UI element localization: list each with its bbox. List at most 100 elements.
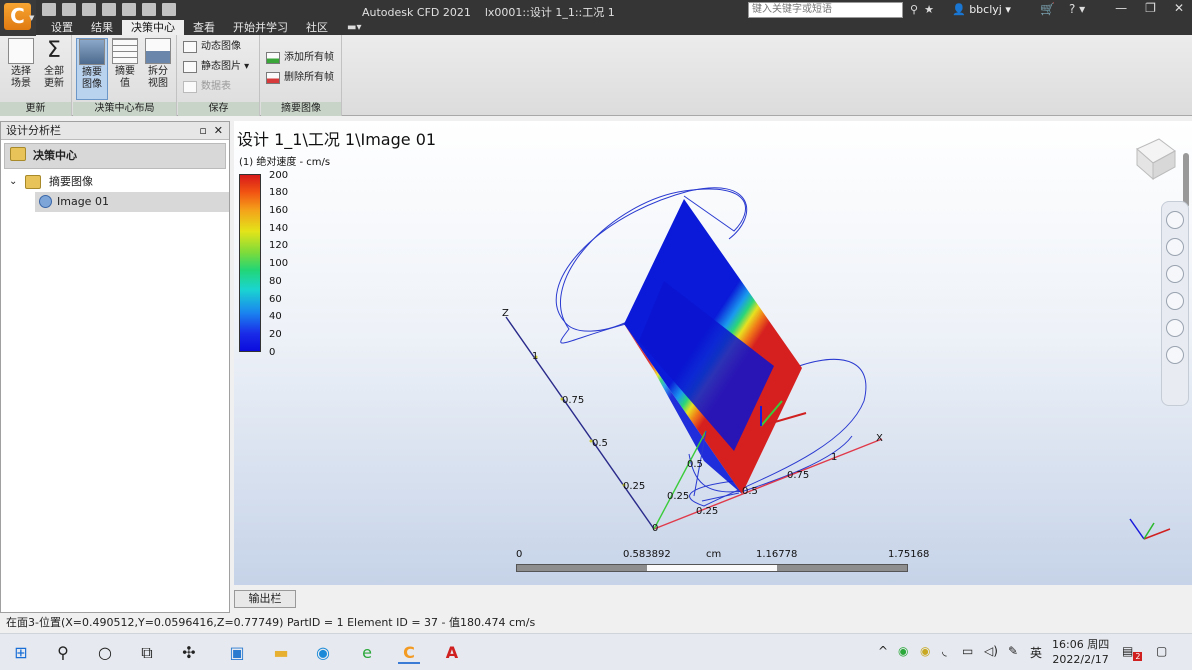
- x-tick-label-1: 1: [831, 452, 837, 463]
- split-view-button[interactable]: 拆分 视图: [142, 38, 174, 100]
- fan-app-icon[interactable]: ✣: [178, 642, 200, 664]
- close-icon[interactable]: ✕: [1174, 1, 1184, 15]
- search-icon[interactable]: ⚲: [52, 642, 74, 664]
- summary-value-button[interactable]: 摘要 值: [109, 38, 141, 100]
- clock-time: 16:06 周四: [1052, 638, 1110, 651]
- action-center-icon[interactable]: ▢: [1156, 644, 1167, 658]
- panel-title: 设计分析栏: [6, 124, 61, 137]
- new-file-icon[interactable]: [42, 3, 56, 16]
- camera-dropdown-icon[interactable]: ▬▾: [337, 20, 371, 35]
- vertical-scroll-thumb[interactable]: [1183, 153, 1189, 208]
- minimize-icon[interactable]: —: [1115, 1, 1127, 15]
- search-input[interactable]: 键入关键字或短语: [748, 2, 903, 18]
- graphics-viewport[interactable]: Z X 1 0.75 0.5 0.25 0.25 0.5 0.75 1 0.25…: [234, 121, 1192, 585]
- ribbon-group-label-update: 更新: [0, 102, 71, 116]
- ribbon-group-layout: 摘要 图像 摘要 值 拆分 视图 决策中心布局: [73, 35, 177, 116]
- browser-e-icon[interactable]: e: [356, 642, 378, 664]
- tree-item-label: 摘要图像: [49, 175, 93, 188]
- tab-get-started[interactable]: 开始并学习: [224, 20, 297, 35]
- titlebar-right-icons: 🛒 ? ▾: [1040, 2, 1085, 16]
- run-icon[interactable]: [122, 3, 136, 16]
- tab-community[interactable]: 社区: [297, 20, 337, 35]
- notification-icon[interactable]: ▤ 2: [1122, 644, 1143, 661]
- store-icon[interactable]: ▣: [226, 642, 248, 664]
- dynamic-image-button[interactable]: 动态图像: [181, 39, 241, 55]
- static-image-button[interactable]: 静态图片 ▾: [181, 59, 249, 75]
- select-scene-icon: [8, 38, 34, 64]
- table-grid-icon: [112, 38, 138, 64]
- title-bar: Autodesk CFD 2021 lx0001::设计 1_1::工况 1 键…: [0, 0, 1192, 20]
- static-image-label: 静态图片: [201, 61, 241, 72]
- center-icon[interactable]: [1166, 346, 1184, 364]
- autocad-icon[interactable]: A: [441, 642, 463, 664]
- wifi-icon[interactable]: ◟: [942, 644, 947, 658]
- windows-start-icon[interactable]: ⊞: [10, 642, 32, 664]
- ribbon-group-save: 动态图像 静态图片 ▾ 数据表 保存: [178, 35, 260, 116]
- view-icon[interactable]: [142, 3, 156, 16]
- tab-decision-center[interactable]: 决策中心: [122, 20, 184, 35]
- chevron-down-icon[interactable]: ⌄: [9, 172, 17, 192]
- restore-icon[interactable]: ❐: [1145, 1, 1156, 15]
- select-scene-label-2: 场景: [11, 78, 31, 89]
- look-at-icon[interactable]: [1166, 319, 1184, 337]
- battery-icon[interactable]: ▭: [962, 644, 973, 658]
- triad-z: [1129, 518, 1145, 540]
- cart-icon[interactable]: 🛒: [1040, 2, 1055, 16]
- save-all-icon[interactable]: [102, 3, 116, 16]
- tray-overflow-icon[interactable]: ^: [878, 644, 888, 658]
- panel-controls: ▫ ✕: [199, 122, 223, 140]
- update-all-label-1: 全部: [44, 66, 64, 77]
- ribbon-group-summary-image: 添加所有帧 删除所有帧 摘要图像: [261, 35, 342, 116]
- add-all-frames-button[interactable]: 添加所有帧: [264, 50, 334, 66]
- z-tick-label-1: 1: [532, 351, 538, 362]
- help-icon[interactable]: ? ▾: [1069, 2, 1085, 16]
- open-file-icon[interactable]: [62, 3, 76, 16]
- pan-hand-icon[interactable]: [1166, 238, 1184, 256]
- zoom-icon[interactable]: [1166, 265, 1184, 283]
- file-explorer-icon[interactable]: ▬: [270, 642, 292, 664]
- summary-image-button[interactable]: 摘要 图像: [76, 38, 108, 100]
- tab-results[interactable]: 结果: [82, 20, 122, 35]
- update-all-button[interactable]: Σ 全部 更新: [38, 38, 70, 100]
- close-icon[interactable]: ✕: [214, 124, 223, 137]
- tab-view[interactable]: 查看: [184, 20, 224, 35]
- tree-root-decision-center[interactable]: 决策中心: [4, 143, 226, 169]
- autodesk-cfd-taskbar-icon[interactable]: C: [398, 642, 420, 664]
- y-tick-label-05: 0.5: [687, 459, 703, 470]
- summary-value-label-1: 摘要: [115, 66, 135, 77]
- star-icon[interactable]: ★: [924, 3, 934, 16]
- binoculars-icon[interactable]: ⚲: [910, 3, 918, 16]
- orbit-icon[interactable]: [1166, 292, 1184, 310]
- steering-wheel-icon[interactable]: [1166, 211, 1184, 229]
- image-search-icon: [39, 195, 52, 208]
- select-scene-button[interactable]: 选择 场景: [5, 38, 37, 100]
- output-bar-tab[interactable]: 输出栏: [234, 590, 296, 608]
- delete-all-frames-button[interactable]: 删除所有帧: [264, 70, 334, 86]
- legend-tick-0: 0: [269, 347, 276, 358]
- scale-label-3: 1.75168: [888, 549, 930, 560]
- tree-item-summary-images[interactable]: ⌄ 摘要图像: [1, 172, 229, 192]
- edge-icon[interactable]: ◉: [312, 642, 334, 664]
- scale-label-1: 0.583892: [623, 549, 671, 560]
- tree-item-image-01[interactable]: Image 01: [35, 192, 229, 212]
- tab-setup[interactable]: 设置: [42, 20, 82, 35]
- application-menu-button[interactable]: C ▼: [0, 0, 36, 36]
- cortana-icon[interactable]: ○: [94, 642, 116, 664]
- legend-colorbar: [239, 174, 261, 352]
- pen-icon[interactable]: ✎: [1008, 644, 1018, 658]
- ribbon-tabs-row: 设置 结果 决策中心 查看 开始并学习 社区 ▬▾: [0, 20, 1192, 35]
- tray-sync-icon[interactable]: ◉: [920, 644, 930, 658]
- float-icon[interactable]: ▫: [199, 124, 206, 137]
- volume-icon[interactable]: ◁): [984, 644, 998, 658]
- clock[interactable]: 16:06 周四 2022/2/17: [1052, 637, 1109, 667]
- tray-app-icon[interactable]: ◉: [898, 644, 908, 658]
- chevron-down-icon: ▼: [29, 14, 35, 22]
- legend-tick-160: 160: [269, 205, 289, 216]
- x-axis-label: X: [876, 433, 883, 444]
- save-icon[interactable]: [82, 3, 96, 16]
- task-view-icon[interactable]: ⧉: [136, 642, 158, 664]
- viewcube[interactable]: [1129, 131, 1179, 181]
- undo-icon[interactable]: [162, 3, 176, 16]
- user-account[interactable]: 👤 bbclyj ▾: [952, 3, 1011, 16]
- ime-indicator[interactable]: 英: [1030, 644, 1042, 661]
